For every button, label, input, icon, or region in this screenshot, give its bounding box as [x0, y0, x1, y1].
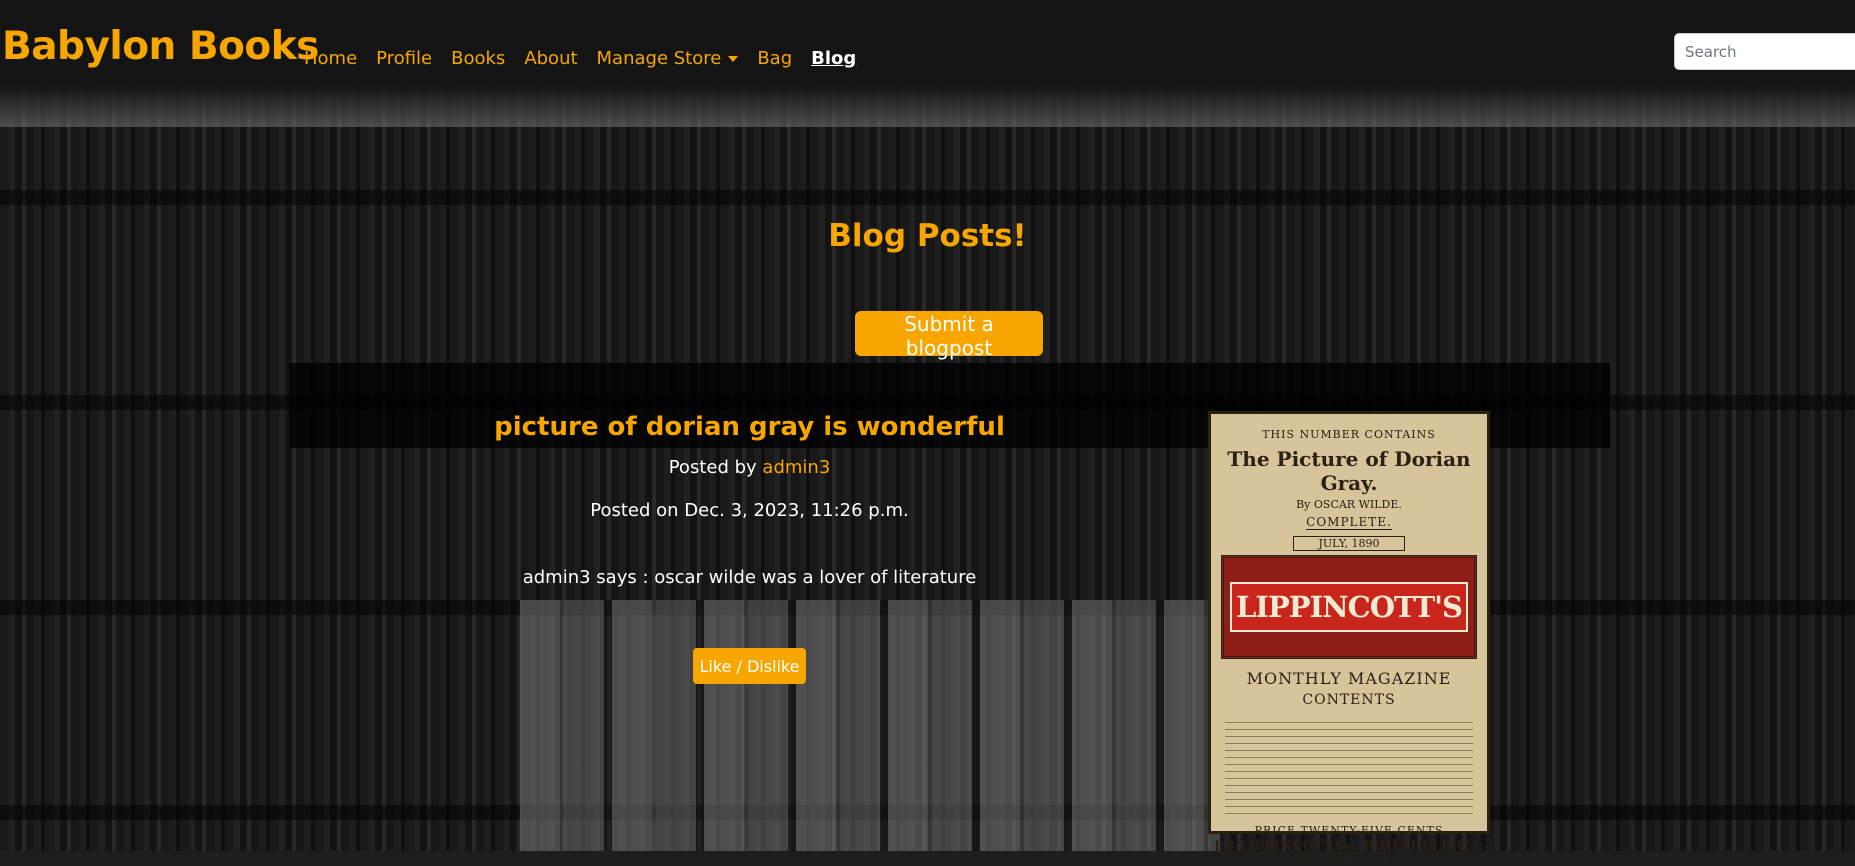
posted-by-label: Posted by: [668, 457, 757, 478]
blog-post-card: picture of dorian gray is wonderful Post…: [289, 363, 1610, 866]
nav-dropdown-manage-store[interactable]: Manage Store: [597, 48, 739, 69]
cover-contents-list: [1225, 716, 1473, 816]
nav-link-manage-store[interactable]: Manage Store: [597, 48, 722, 69]
nav-link-profile[interactable]: Profile: [376, 48, 432, 69]
submit-blogpost-button[interactable]: Submit a blogpost: [855, 311, 1043, 360]
search-input[interactable]: [1674, 33, 1855, 70]
nav-link-home[interactable]: Home: [304, 48, 357, 69]
brand-logo[interactable]: Babylon Books: [2, 24, 319, 69]
nav-links: Home Profile Books About Manage Store Ba…: [304, 48, 875, 69]
post-title: picture of dorian gray is wonderful: [494, 412, 1005, 442]
cover-price: PRICE TWENTY-FIVE CENTS: [1254, 824, 1444, 837]
cover-contents-heading: CONTENTS: [1302, 692, 1396, 708]
post-author-line: Posted by admin3: [289, 457, 1210, 478]
cover-masthead: LIPPINCOTT'S: [1230, 582, 1468, 632]
cover-publisher: J.B.LIPPINCOTT.Co. PHILADELPHIA:: [1214, 839, 1484, 854]
page-title: Blog Posts!: [828, 218, 1027, 254]
like-dislike-button[interactable]: Like / Dislike: [693, 648, 806, 684]
post-author-link[interactable]: admin3: [762, 457, 830, 478]
cover-masthead-banner: LIPPINCOTT'S: [1221, 555, 1477, 659]
cover-complete: COMPLETE.: [1306, 515, 1392, 530]
caret-down-icon: [728, 55, 739, 62]
cover-title: The Picture of Dorian Gray.: [1227, 447, 1471, 495]
cover-date: JULY, 1890: [1293, 536, 1405, 551]
cover-author: By OSCAR WILDE.: [1296, 498, 1402, 511]
nav-link-books[interactable]: Books: [451, 48, 505, 69]
post-image-magazine-cover: THIS NUMBER CONTAINS The Picture of Dori…: [1208, 411, 1490, 866]
cover-header: THIS NUMBER CONTAINS: [1262, 428, 1436, 441]
cover-subtitle: MONTHLY MAGAZINE: [1246, 669, 1452, 688]
post-date: Posted on Dec. 3, 2023, 11:26 p.m.: [590, 500, 909, 521]
nav-link-bag[interactable]: Bag: [757, 48, 792, 69]
navbar: Babylon Books Home Profile Books About M…: [0, 0, 1855, 127]
cover-london: LONDON: WARD, LOCK & CO.: [1278, 856, 1420, 866]
nav-link-about[interactable]: About: [524, 48, 577, 69]
post-content: admin3 says : oscar wilde was a lover of…: [522, 567, 977, 588]
nav-link-blog[interactable]: Blog: [811, 48, 856, 69]
